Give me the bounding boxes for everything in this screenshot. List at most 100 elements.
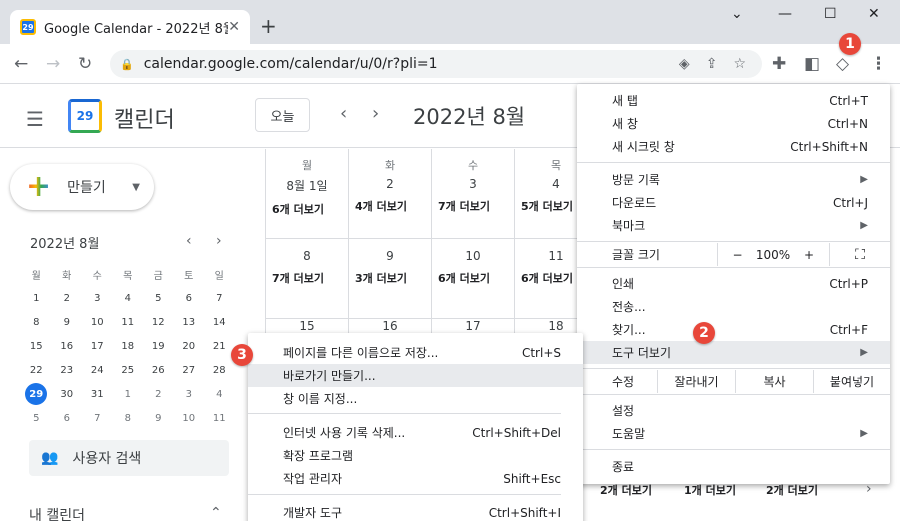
- mini-prev-icon[interactable]: ‹: [186, 233, 192, 249]
- side-panel-icon[interactable]: ◧: [804, 54, 820, 74]
- mini-day[interactable]: 10: [82, 310, 113, 334]
- mini-day[interactable]: 11: [113, 310, 144, 334]
- zoom-out-button[interactable]: −: [717, 243, 757, 266]
- day-cell[interactable]: 9 3개 더보기: [349, 239, 432, 319]
- mini-day[interactable]: 18: [113, 334, 144, 358]
- back-icon[interactable]: ←: [14, 54, 28, 74]
- more-events-link[interactable]: 2개 더보기: [600, 482, 652, 498]
- prev-month-icon[interactable]: ‹: [340, 103, 347, 124]
- menu-clear-browsing-data[interactable]: 인터넷 사용 기록 삭제... Ctrl+Shift+Del: [248, 421, 583, 444]
- menu-history[interactable]: 방문 기록 ▶: [577, 168, 890, 191]
- profile-icon[interactable]: ◇: [836, 54, 849, 74]
- browser-tab[interactable]: 29 Google Calendar - 2022년 8월 ✕: [10, 10, 250, 44]
- mini-day[interactable]: 8: [21, 310, 52, 334]
- mini-day[interactable]: 11: [204, 406, 235, 430]
- mini-day[interactable]: 3: [174, 382, 205, 406]
- mini-day[interactable]: 20: [174, 334, 205, 358]
- menu-new-tab[interactable]: 새 탭 Ctrl+T: [577, 89, 890, 112]
- more-events-link[interactable]: 3개 더보기: [349, 270, 431, 286]
- menu-task-manager[interactable]: 작업 관리자 Shift+Esc: [248, 467, 583, 490]
- paste-button[interactable]: 붙여넣기: [813, 370, 890, 393]
- today-button[interactable]: 오늘: [255, 98, 310, 132]
- menu-new-window[interactable]: 새 창 Ctrl+N: [577, 112, 890, 135]
- lock-icon[interactable]: 🔒: [120, 58, 134, 71]
- people-search-input[interactable]: 👥 사용자 검색: [29, 440, 229, 476]
- zoom-in-button[interactable]: +: [789, 243, 829, 266]
- mini-day[interactable]: 5: [143, 286, 174, 310]
- more-events-link[interactable]: 4개 더보기: [349, 198, 431, 214]
- mini-day[interactable]: 14: [204, 310, 235, 334]
- close-window-icon[interactable]: ✕: [868, 6, 880, 22]
- maximize-icon[interactable]: ☐: [824, 6, 837, 22]
- mini-day[interactable]: 24: [82, 358, 113, 382]
- address-bar[interactable]: 🔒 calendar.google.com/calendar/u/0/r?pli…: [110, 50, 762, 78]
- mini-day[interactable]: 27: [174, 358, 205, 382]
- mini-day[interactable]: 7: [82, 406, 113, 430]
- menu-cast[interactable]: 전송...: [577, 295, 890, 318]
- day-number[interactable]: 8월 1일: [266, 177, 348, 194]
- minimize-icon[interactable]: —: [778, 6, 792, 22]
- my-calendars-heading[interactable]: 내 캘린더: [29, 505, 85, 521]
- extensions-icon[interactable]: ✚: [772, 54, 786, 74]
- mini-day[interactable]: 15: [21, 334, 52, 358]
- mini-day[interactable]: 8: [113, 406, 144, 430]
- mini-day[interactable]: 17: [82, 334, 113, 358]
- day-cell[interactable]: 월 8월 1일 6개 더보기: [266, 149, 349, 239]
- menu-developer-tools[interactable]: 개발자 도구 Ctrl+Shift+I: [248, 501, 583, 521]
- mini-day[interactable]: 10: [174, 406, 205, 430]
- menu-bookmarks[interactable]: 북마크 ▶: [577, 214, 890, 237]
- menu-name-window[interactable]: 창 이름 지정...: [248, 387, 583, 410]
- mini-day[interactable]: 31: [82, 382, 113, 406]
- more-events-link[interactable]: 2개 더보기: [766, 482, 818, 498]
- menu-more-tools[interactable]: 도구 더보기 ▶: [577, 341, 890, 364]
- mini-day[interactable]: 2: [52, 286, 83, 310]
- mini-day[interactable]: 7: [204, 286, 235, 310]
- mini-day[interactable]: 30: [52, 382, 83, 406]
- day-cell[interactable]: 수 3 7개 더보기: [432, 149, 515, 239]
- mini-day[interactable]: 19: [143, 334, 174, 358]
- fullscreen-icon[interactable]: ⛶: [829, 243, 890, 266]
- day-number[interactable]: 9: [349, 249, 431, 263]
- cut-button[interactable]: 잘라내기: [657, 370, 735, 393]
- mini-day[interactable]: 16: [52, 334, 83, 358]
- close-tab-icon[interactable]: ✕: [228, 19, 240, 35]
- day-number[interactable]: 8: [266, 249, 348, 263]
- mini-day[interactable]: 25: [113, 358, 144, 382]
- day-cell[interactable]: 8 7개 더보기: [266, 239, 349, 319]
- menu-settings[interactable]: 설정: [577, 399, 890, 422]
- mini-day[interactable]: 23: [52, 358, 83, 382]
- mini-day[interactable]: 1: [21, 286, 52, 310]
- lens-icon[interactable]: ◈: [679, 56, 690, 72]
- mini-day[interactable]: 2: [143, 382, 174, 406]
- day-number[interactable]: 17: [432, 319, 514, 333]
- mini-day[interactable]: 4: [204, 382, 235, 406]
- mini-day[interactable]: 12: [143, 310, 174, 334]
- day-cell[interactable]: 화 2 4개 더보기: [349, 149, 432, 239]
- mini-day[interactable]: 6: [174, 286, 205, 310]
- reload-icon[interactable]: ↻: [78, 54, 92, 74]
- menu-find[interactable]: 찾기... Ctrl+F: [577, 318, 890, 341]
- day-number[interactable]: 10: [432, 249, 514, 263]
- url-text[interactable]: calendar.google.com/calendar/u/0/r?pli=1: [144, 56, 679, 72]
- mini-day[interactable]: 13: [174, 310, 205, 334]
- share-icon[interactable]: ⇪: [706, 56, 718, 72]
- menu-create-shortcut[interactable]: 바로가기 만들기...: [248, 364, 583, 387]
- more-events-link[interactable]: 6개 더보기: [432, 270, 514, 286]
- copy-button[interactable]: 복사: [735, 370, 813, 393]
- menu-extensions[interactable]: 확장 프로그램: [248, 444, 583, 467]
- mini-day[interactable]: 21: [204, 334, 235, 358]
- tab-search-icon[interactable]: ⌄: [731, 6, 743, 22]
- mini-day[interactable]: 9: [52, 310, 83, 334]
- more-events-link[interactable]: 7개 더보기: [266, 270, 348, 286]
- menu-incognito[interactable]: 새 시크릿 창 Ctrl+Shift+N: [577, 135, 890, 158]
- create-button[interactable]: + 만들기 ▼: [10, 164, 154, 210]
- menu-print[interactable]: 인쇄 Ctrl+P: [577, 272, 890, 295]
- main-menu-icon[interactable]: ☰: [26, 107, 44, 131]
- mini-day[interactable]: 1: [113, 382, 144, 406]
- chevron-up-icon[interactable]: ⌃: [210, 505, 222, 521]
- mini-day[interactable]: 28: [204, 358, 235, 382]
- mini-day[interactable]: 5: [21, 406, 52, 430]
- next-month-icon[interactable]: ›: [372, 103, 379, 124]
- forward-icon[interactable]: →: [46, 54, 60, 74]
- more-events-link[interactable]: 6개 더보기: [266, 201, 348, 217]
